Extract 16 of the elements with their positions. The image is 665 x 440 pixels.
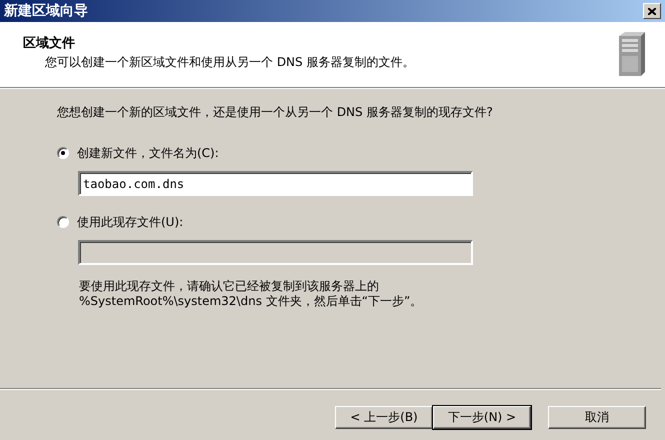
server-icon: [617, 30, 647, 78]
close-button[interactable]: [643, 3, 661, 19]
wizard-button[interactable]: 取消: [548, 406, 646, 429]
close-icon: [648, 8, 656, 14]
file-name-field[interactable]: taobao.com.dns: [78, 171, 473, 196]
radio-button[interactable]: [57, 147, 69, 159]
page-subtitle: 您可以创建一个新区域文件和使用从另一个 DNS 服务器复制的文件。: [45, 54, 414, 71]
wizard-button[interactable]: < 上一步(B): [335, 406, 433, 429]
window-title: 新建区域向导: [4, 2, 88, 20]
wizard-button[interactable]: 下一步(N) >: [433, 406, 531, 429]
radio-button[interactable]: [57, 216, 69, 228]
page-title: 区域文件: [23, 34, 76, 52]
option-label[interactable]: 创建新文件，文件名为(C):: [77, 144, 219, 162]
option-label[interactable]: 使用此现存文件(U):: [77, 214, 184, 230]
note-text: 要使用此现存文件，请确认它已经被复制到该服务器上的 %SystemRoot%\system32\dns 文件夹，然后单击“下一步”。: [79, 279, 424, 309]
question-text: 您想创建一个新的区域文件，还是使用一个从另一个 DNS 服务器复制的现存文件?: [57, 104, 494, 121]
